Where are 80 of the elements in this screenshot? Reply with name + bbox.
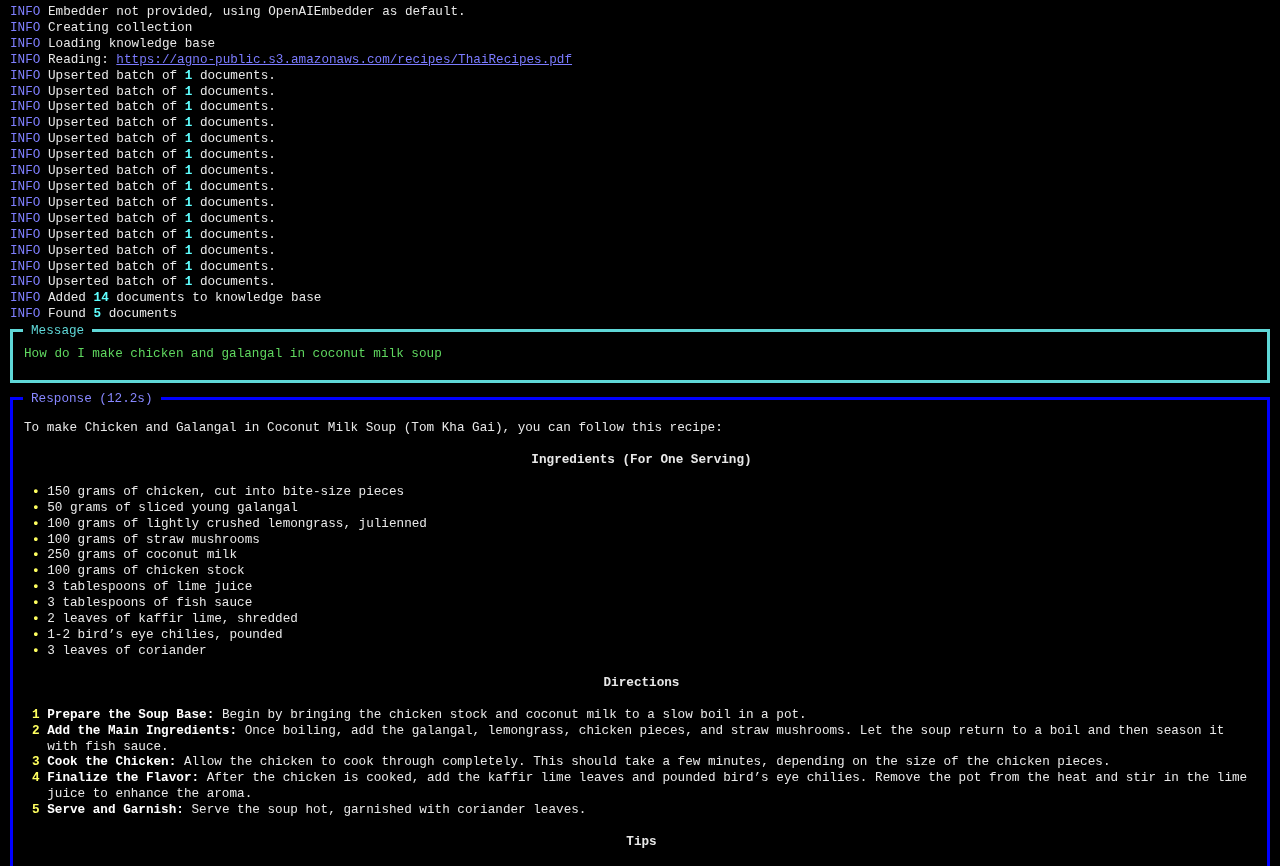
log-message: Added 14 documents to knowledge base [48, 290, 322, 306]
list-item-text: 150 grams of chicken, cut into bite-size pieces [47, 483, 406, 500]
list-item-text: 100 grams of straw mushrooms [47, 531, 261, 548]
list-item-text: 1-2 bird’s eye chilies, pounded [47, 627, 284, 643]
log-level: INFO [10, 178, 41, 194]
log-message: Found 5 documents [48, 306, 178, 322]
list-marker: • [32, 642, 41, 659]
log-level: INFO [10, 147, 41, 163]
log-level: INFO [10, 83, 41, 99]
log-message: Creating collection [48, 19, 193, 35]
url-link[interactable]: https://agno-public.s3.amazonaws.com/recipes/ThaiRecipes.pdf [116, 51, 573, 67]
log-message: Upserted batch of 1 documents. [48, 131, 276, 147]
log-message: Upserted batch of 1 documents. [48, 163, 276, 179]
list-marker: 3 [32, 754, 41, 771]
log-level: INFO [10, 67, 41, 83]
log-message: Upserted batch of 1 documents. [48, 67, 276, 83]
list-item-text: Add the Main Ingredients: Once boiling, add the galangal, lemongrass, chicken pieces, and straw mushrooms. Let the soup return to a boil and then season it with fish sauce. [47, 722, 1226, 755]
log-level: INFO [10, 258, 41, 274]
log-level: INFO [10, 19, 41, 35]
log-level: INFO [10, 274, 41, 290]
list-marker: • [32, 515, 41, 532]
log-level: INFO [10, 35, 41, 51]
log-level: INFO [10, 306, 41, 322]
list-item-text: Serve and Garnish: Serve the soup hot, garnished with coriander leaves. [47, 802, 588, 819]
log-level: INFO [10, 226, 41, 242]
log-message: Upserted batch of 1 documents. [48, 115, 276, 131]
log-message: Upserted batch of 1 documents. [48, 99, 276, 115]
list-item-text: 250 grams of coconut milk [47, 547, 239, 564]
log-level: INFO [10, 242, 41, 258]
list-marker: • [32, 483, 41, 500]
log-message: Embedder not provided, using OpenAIEmbedder as default. [48, 4, 466, 19]
log-level: INFO [10, 163, 41, 179]
section-heading: Directions [603, 674, 680, 690]
response-paragraph: To make Chicken and Galangal in Coconut Milk Soup (Tom Kha Gai), you can follow this recipe: [24, 420, 724, 436]
list-item-text: Finalize the Flavor: After the chicken is cooked, add the kaffir lime leaves and pounded bird’s eye chilies. Remove the pot from the heat and stir in the lime juice to enhance the aroma. [47, 770, 1249, 803]
list-marker: • [32, 627, 41, 643]
log-level: INFO [10, 99, 41, 115]
list-marker: • [32, 547, 41, 564]
list-item-text: Cook the Chicken: Allow the chicken to cook through completely. This should take a few minutes, depending on the size of the chicken pieces. [47, 754, 1112, 771]
log-message: Upserted batch of 1 documents. [48, 83, 276, 99]
list-item-text: 3 leaves of coriander [47, 642, 208, 659]
list-item-text: 3 tablespoons of fish sauce [47, 595, 254, 612]
list-marker: • [32, 531, 41, 548]
list-marker: • [32, 579, 41, 596]
list-marker: • [32, 563, 41, 580]
list-item-text: 3 tablespoons of lime juice [47, 579, 254, 596]
list-marker: 4 [32, 770, 41, 788]
list-marker: • [32, 611, 41, 627]
log-message: Upserted batch of 1 documents. [48, 147, 276, 163]
log-message: Upserted batch of 1 documents. [48, 178, 276, 194]
list-marker: 5 [32, 802, 41, 819]
list-marker: • [32, 595, 41, 612]
panel-title: Message [23, 323, 93, 340]
list-marker: • [32, 499, 41, 516]
list-item-text: 100 grams of chicken stock [47, 563, 246, 580]
log-level: INFO [10, 4, 41, 19]
log-message: Upserted batch of 1 documents. [48, 274, 276, 290]
list-item-text: 50 grams of sliced young galangal [47, 499, 299, 516]
log-message: Upserted batch of 1 documents. [48, 194, 276, 210]
log-message: Upserted batch of 1 documents. [48, 258, 276, 274]
log-message: Reading: [48, 51, 109, 67]
log-message: Upserted batch of 1 documents. [48, 242, 276, 258]
section-heading: Ingredients (For One Serving) [531, 451, 752, 467]
list-item-text: Prepare the Soup Base: Begin by bringing the chicken stock and coconut milk to a slow boil in a pot. [47, 706, 808, 723]
list-marker: 1 [32, 706, 41, 723]
log-message: Loading knowledge base [48, 35, 216, 51]
log-level: INFO [10, 131, 41, 147]
section-heading: Tips [626, 834, 657, 850]
log-level: INFO [10, 194, 41, 210]
list-item-text: 2 leaves of kaffir lime, shredded [47, 611, 299, 627]
list-item-text: 100 grams of lightly crushed lemongrass, julienned [47, 515, 428, 532]
log-level: INFO [10, 290, 41, 306]
log-level: INFO [10, 115, 41, 131]
list-marker: 2 [32, 722, 41, 740]
message-text: How do I make chicken and galangal in coconut milk soup [24, 346, 443, 363]
log-level: INFO [10, 51, 41, 67]
panel-title: Response (12.2s) [23, 391, 161, 407]
log-message: Upserted batch of 1 documents. [48, 226, 276, 242]
log-message: Upserted batch of 1 documents. [48, 210, 276, 226]
log-level: INFO [10, 210, 41, 226]
